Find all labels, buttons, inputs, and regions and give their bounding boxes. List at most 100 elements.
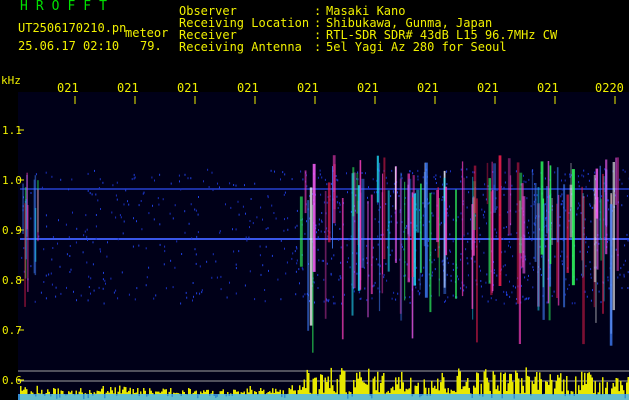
noise-pixel — [68, 188, 69, 191]
noise-pixel — [422, 202, 424, 205]
noise-pixel — [88, 275, 90, 278]
noise-pixel — [480, 280, 482, 282]
noise-pixel — [85, 214, 87, 217]
noise-pixel — [66, 286, 67, 289]
noise-pixel — [188, 222, 190, 225]
noise-pixel — [607, 279, 609, 282]
noise-pixel — [302, 295, 304, 298]
noise-pixel — [526, 226, 528, 229]
noise-pixel — [366, 257, 368, 260]
noise-pixel — [106, 255, 108, 258]
noise-pixel — [434, 248, 436, 251]
noise-pixel — [73, 290, 74, 293]
noise-pixel — [561, 193, 563, 196]
noise-pixel — [585, 236, 587, 239]
noise-pixel — [446, 183, 448, 185]
noise-pixel — [43, 281, 45, 283]
noise-pixel — [317, 236, 319, 239]
noise-pixel — [589, 203, 591, 206]
noise-pixel — [190, 177, 192, 180]
noise-pixel — [377, 235, 379, 238]
noise-pixel — [76, 227, 78, 230]
meteor-streak — [551, 198, 553, 245]
meteor-streak — [455, 189, 457, 299]
meteor-streak — [361, 178, 365, 268]
meteor-streak — [312, 163, 316, 272]
noise-pixel — [334, 302, 336, 305]
noise-pixel — [157, 197, 159, 200]
noise-pixel — [623, 263, 625, 266]
x-tick: 021 — [117, 81, 139, 95]
noise-pixel — [260, 206, 262, 209]
meteor-label: meteor — [125, 26, 169, 40]
noise-pixel — [340, 261, 342, 264]
noise-pixel — [206, 260, 208, 263]
noise-pixel — [442, 183, 443, 186]
noise-pixel — [111, 211, 113, 214]
noise-pixel — [110, 277, 112, 280]
noise-pixel — [361, 172, 363, 174]
noise-pixel — [265, 245, 267, 248]
noise-pixel — [524, 298, 526, 301]
noise-pixel — [598, 290, 600, 293]
noise-pixel — [262, 264, 264, 267]
noise-pixel — [52, 247, 54, 249]
noise-pixel — [196, 235, 198, 238]
noise-pixel — [532, 286, 534, 289]
noise-pixel — [287, 217, 289, 220]
noise-pixel — [57, 242, 58, 245]
noise-pixel — [474, 260, 476, 263]
noise-pixel — [526, 297, 528, 300]
noise-pixel — [245, 236, 247, 239]
noise-pixel — [493, 271, 495, 274]
noise-pixel — [178, 174, 180, 177]
noise-pixel — [561, 260, 563, 263]
x-tick: 021 — [237, 81, 259, 95]
noise-pixel — [533, 231, 535, 234]
antenna-label: Receiving Antenna — [179, 40, 302, 54]
noise-pixel — [504, 181, 506, 184]
noise-pixel — [244, 184, 245, 187]
noise-pixel — [460, 258, 462, 261]
noise-pixel — [458, 278, 459, 281]
noise-pixel — [58, 219, 59, 222]
noise-pixel — [349, 266, 351, 269]
noise-pixel — [48, 273, 50, 276]
noise-pixel — [197, 231, 199, 234]
noise-pixel — [229, 182, 231, 185]
noise-pixel — [541, 255, 543, 258]
noise-pixel — [392, 205, 394, 208]
noise-pixel — [280, 298, 282, 301]
noise-pixel — [292, 252, 294, 255]
noise-pixel — [503, 290, 505, 293]
noise-pixel — [233, 250, 235, 253]
noise-pixel — [377, 263, 379, 266]
noise-pixel — [122, 232, 124, 235]
noise-pixel — [249, 270, 251, 273]
noise-pixel — [313, 281, 315, 284]
noise-pixel — [192, 299, 193, 302]
noise-pixel — [128, 293, 130, 296]
noise-pixel — [116, 198, 118, 201]
noise-pixel — [164, 250, 166, 253]
noise-pixel — [592, 289, 593, 292]
noise-pixel — [561, 263, 563, 266]
noise-pixel — [409, 170, 410, 173]
noise-pixel — [98, 286, 100, 289]
noise-pixel — [121, 271, 123, 274]
meteor-streak — [370, 194, 373, 295]
noise-pixel — [600, 301, 602, 304]
noise-pixel — [264, 289, 266, 291]
noise-pixel — [481, 295, 483, 298]
noise-pixel — [283, 229, 285, 232]
noise-pixel — [43, 248, 45, 251]
meteor-streak — [461, 161, 464, 297]
noise-pixel — [460, 168, 462, 171]
noise-pixel — [359, 298, 361, 300]
noise-pixel — [219, 186, 220, 189]
noise-pixel — [372, 246, 374, 249]
noise-pixel — [323, 300, 325, 303]
meteor-streak — [445, 186, 448, 256]
noise-pixel — [291, 178, 293, 181]
noise-pixel — [561, 203, 563, 206]
